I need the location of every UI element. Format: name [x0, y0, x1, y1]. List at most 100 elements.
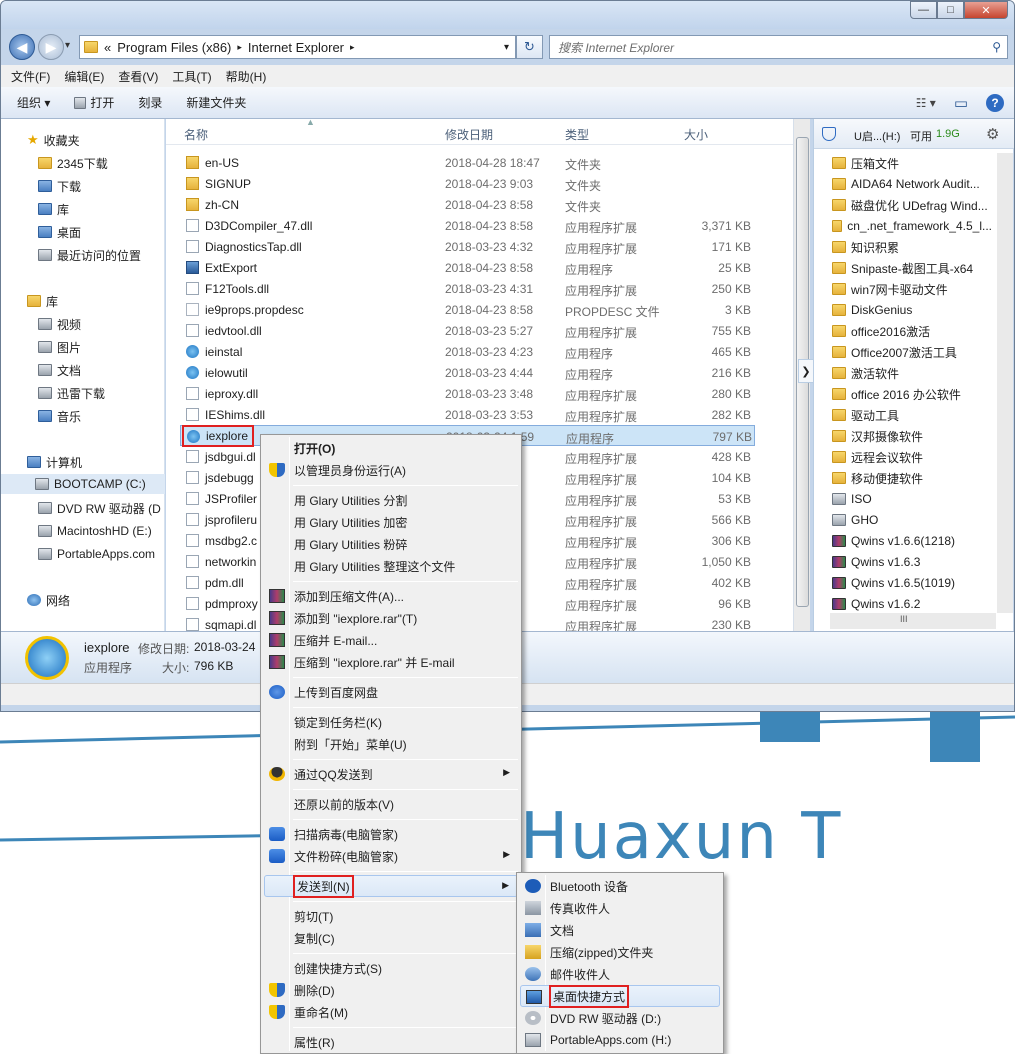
menu-item[interactable]: Bluetooth 设备	[520, 875, 720, 897]
side-panel-item[interactable]: Qwins v1.6.3	[832, 552, 992, 572]
menu-item[interactable]: 压缩(zipped)文件夹	[520, 941, 720, 963]
file-row[interactable]: D3DCompiler_47.dll 2018-04-23 8:58 应用程序扩展 3…	[180, 215, 755, 236]
nav-drive-e[interactable]: MacintoshHD (E:)	[38, 521, 152, 541]
gear-icon[interactable]: ⚙	[986, 125, 999, 143]
nav-drive-c[interactable]: BOOTCAMP (C:)	[1, 474, 165, 494]
nav-library[interactable]: 库	[38, 199, 69, 219]
nav-computer[interactable]: 计算机	[27, 452, 82, 472]
menu-item[interactable]: 添加到压缩文件(A)...	[264, 585, 518, 607]
file-row[interactable]: F12Tools.dll 2018-03-23 4:31 应用程序扩展 250 KB	[180, 278, 755, 299]
search-icon[interactable]: ⚲	[992, 40, 1001, 54]
side-panel-item[interactable]: cn_.net_framework_4.5_l...	[832, 216, 992, 236]
nav-pictures[interactable]: 图片	[38, 337, 81, 357]
file-row[interactable]: iedvtool.dll 2018-03-23 5:27 应用程序扩展 755 KB	[180, 320, 755, 341]
menu-item[interactable]: 还原以前的版本(V)	[264, 793, 518, 815]
nav-downloads[interactable]: 下载	[38, 176, 81, 196]
nav-documents[interactable]: 文档	[38, 360, 81, 380]
minimize-button[interactable]: —	[910, 1, 937, 19]
menu-item[interactable]: 用 Glary Utilities 粉碎	[264, 533, 518, 555]
side-panel-item[interactable]: Office2007激活工具	[832, 342, 992, 362]
menu-item[interactable]: PortableApps.com (H:)	[520, 1029, 720, 1051]
back-button[interactable]: ◀	[9, 34, 35, 60]
preview-pane-button[interactable]: ▭	[954, 94, 968, 112]
nav-favorites[interactable]: ★ 收藏夹	[27, 130, 80, 150]
menu-item[interactable]: 通过QQ发送到 ▶	[264, 763, 518, 785]
side-panel-item[interactable]: 磁盘优化 UDefrag Wind...	[832, 195, 992, 215]
menu-item[interactable]: 剪切(T)	[264, 905, 518, 927]
side-panel-item[interactable]: AIDA64 Network Audit...	[832, 174, 992, 194]
nav-recent-places[interactable]: 最近访问的位置	[38, 245, 141, 265]
menu-item[interactable]: DVD RW 驱动器 (D:)	[520, 1007, 720, 1029]
side-panel-item[interactable]: DiskGenius	[832, 300, 992, 320]
file-row[interactable]: SIGNUP 2018-04-23 9:03 文件夹	[180, 173, 755, 194]
side-panel-item[interactable]: Qwins v1.6.2	[832, 594, 992, 614]
help-button[interactable]: ?	[986, 93, 1004, 112]
nav-2345-downloads[interactable]: 2345下载	[38, 153, 108, 173]
nav-libraries[interactable]: 库	[27, 291, 58, 311]
file-row[interactable]: ielowutil 2018-03-23 4:44 应用程序 216 KB	[180, 362, 755, 383]
menu-help[interactable]: 帮助(H)	[226, 68, 267, 85]
column-name[interactable]: 名称	[184, 126, 208, 143]
side-panel-hscrollbar[interactable]: III	[830, 613, 996, 629]
side-panel-item[interactable]: win7网卡驱动文件	[832, 279, 992, 299]
organize-button[interactable]: 组织 ▾	[17, 94, 50, 111]
menu-item[interactable]: 复制(C)	[264, 927, 518, 949]
side-panel-item[interactable]: 移动便捷软件	[832, 468, 992, 488]
side-panel-item[interactable]: office2016激活	[832, 321, 992, 341]
menu-item[interactable]: 用 Glary Utilities 加密	[264, 511, 518, 533]
breadcrumb-separator-icon[interactable]: ▸	[350, 42, 355, 53]
nav-drive-h[interactable]: PortableApps.com	[38, 544, 155, 564]
address-overflow[interactable]: «	[104, 40, 111, 55]
maximize-button[interactable]: □	[937, 1, 964, 19]
side-panel-item[interactable]: 激活软件	[832, 363, 992, 383]
breadcrumb-separator-icon[interactable]: ▸	[237, 42, 242, 53]
search-input[interactable]: 搜索 Internet Explorer ⚲	[549, 35, 1008, 59]
side-panel-item[interactable]: office 2016 办公软件	[832, 384, 992, 404]
side-panel-item[interactable]: 远程会议软件	[832, 447, 992, 467]
menu-file[interactable]: 文件(F)	[11, 68, 50, 85]
menu-item[interactable]: 属性(R)	[264, 1031, 518, 1053]
file-row[interactable]: DiagnosticsTap.dll 2018-03-23 4:32 应用程序扩展 1…	[180, 236, 755, 257]
menu-item[interactable]: 桌面快捷方式	[520, 984, 720, 1008]
menu-item[interactable]: 邮件收件人	[520, 963, 720, 985]
side-panel-item[interactable]: 驱动工具	[832, 405, 992, 425]
menu-item[interactable]: 压缩并 E-mail...	[264, 629, 518, 651]
refresh-button[interactable]: ↻	[516, 35, 543, 59]
menu-item[interactable]: 打开(O)	[264, 437, 518, 459]
new-folder-button[interactable]: 新建文件夹	[186, 94, 246, 111]
menu-tools[interactable]: 工具(T)	[172, 68, 211, 85]
menu-item[interactable]: 扫描病毒(电脑管家)	[264, 823, 518, 845]
side-panel-item[interactable]: GHO	[832, 510, 992, 530]
menu-item[interactable]: 重命名(M)	[264, 1001, 518, 1023]
side-panel-item[interactable]: Qwins v1.6.5(1019)	[832, 573, 992, 593]
file-row[interactable]: ExtExport 2018-04-23 8:58 应用程序 25 KB	[180, 257, 755, 278]
menu-item[interactable]: 压缩到 "iexplore.rar" 并 E-mail	[264, 651, 518, 673]
address-dropdown-icon[interactable]: ▾	[504, 42, 509, 53]
side-panel-item[interactable]: Qwins v1.6.6(1218)	[832, 531, 992, 551]
nav-drive-d[interactable]: DVD RW 驱动器 (D	[38, 498, 161, 518]
side-panel-item[interactable]: 知识积累	[832, 237, 992, 257]
view-options-button[interactable]: ☷ ▾	[916, 96, 936, 110]
menu-item[interactable]: 文档	[520, 919, 720, 941]
file-row[interactable]: en-US 2018-04-28 18:47 文件夹	[180, 152, 755, 173]
file-row[interactable]: ie9props.propdesc 2018-04-23 8:58 PROPDESC…	[180, 299, 755, 320]
menu-item[interactable]: 用 Glary Utilities 分割	[264, 489, 518, 511]
breadcrumb-internet-explorer[interactable]: Internet Explorer	[248, 40, 344, 55]
close-button[interactable]: ✕	[964, 1, 1008, 19]
menu-item[interactable]: 发送到(N) ▶	[264, 874, 518, 898]
side-panel-item[interactable]: 压箱文件	[832, 153, 992, 173]
nav-xunlei-downloads[interactable]: 迅雷下载	[38, 383, 105, 403]
panel-toggle-icon[interactable]: ❯	[798, 359, 814, 383]
menu-item[interactable]: 锁定到任务栏(K)	[264, 711, 518, 733]
burn-button[interactable]: 刻录	[138, 94, 162, 111]
menu-item[interactable]: 文件粉碎(电脑管家) ▶	[264, 845, 518, 867]
side-panel-item[interactable]: 汉邦摄像软件	[832, 426, 992, 446]
side-panel-item[interactable]: ISO	[832, 489, 992, 509]
column-date[interactable]: 修改日期	[445, 126, 493, 143]
menu-item[interactable]: 用 Glary Utilities 整理这个文件	[264, 555, 518, 577]
nav-videos[interactable]: 视频	[38, 314, 81, 334]
menu-item[interactable]: 以管理员身份运行(A)	[264, 459, 518, 481]
open-button[interactable]: 打开	[74, 94, 114, 111]
menu-item[interactable]: 传真收件人	[520, 897, 720, 919]
menu-view[interactable]: 查看(V)	[118, 68, 158, 85]
